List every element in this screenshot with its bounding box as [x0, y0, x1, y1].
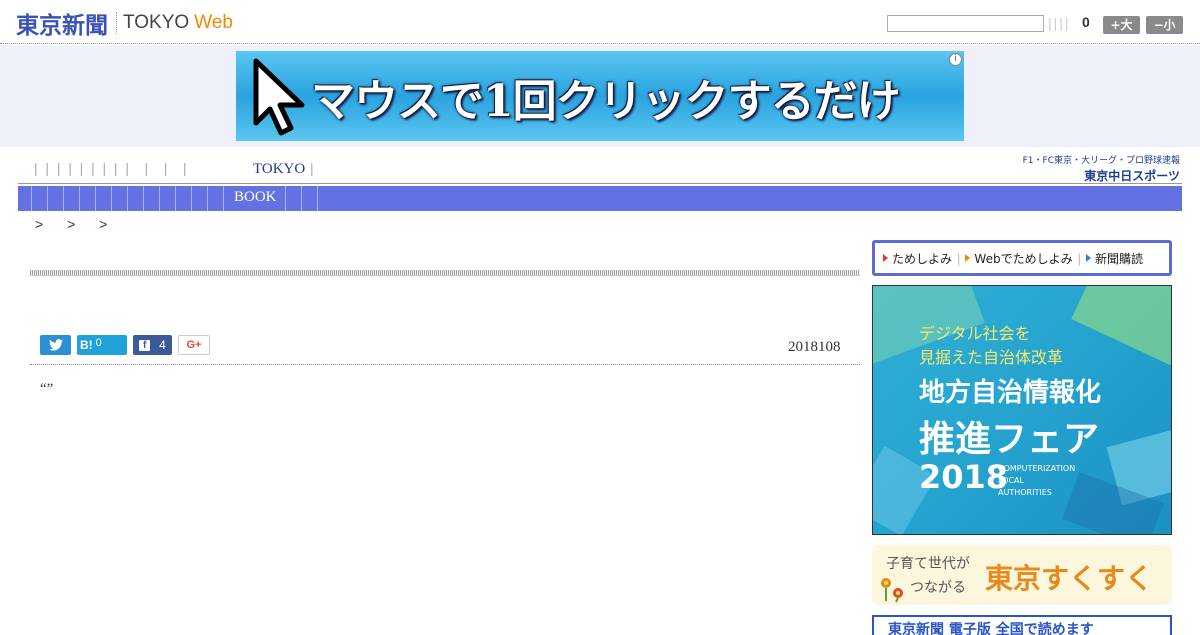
digital-edition-ad[interactable]: 東京新聞 電子版 全国で読めます [872, 615, 1172, 635]
fair-sub-1: COMPUTERIZATION [998, 464, 1076, 473]
sidebar-link-label: Webでためしよみ [974, 251, 1073, 266]
primary-nav: | | | | | | | | | | | | TOKYO | [18, 158, 1182, 184]
fair-sub-2: LOCAL [998, 476, 1024, 485]
logo-jp: 東京新聞 [16, 13, 108, 39]
sukusuku-line-2: つながる [910, 580, 966, 596]
facebook-count: 4 [159, 338, 166, 352]
nav2-item[interactable] [96, 186, 112, 211]
sidebar-link-subscribe[interactable]: 新聞購読 [1085, 250, 1143, 267]
sukusuku-brand: 東京すくすく [985, 562, 1154, 595]
logo-en: TOKYO [123, 12, 190, 33]
fair-sub-3: AUTHORITIES [998, 488, 1052, 497]
fair-line-2: 見据えた自治体改革 [919, 348, 1064, 367]
notification-count: 0 [1082, 14, 1090, 30]
decoration [1071, 286, 1171, 366]
chunichi-logo: 東京中日スポーツ [1084, 169, 1180, 183]
nav-item-tokyo[interactable]: TOKYO [253, 161, 305, 178]
nav2-item[interactable] [128, 186, 144, 211]
hatena-bookmark-button[interactable]: B! 0 [77, 335, 127, 355]
logo-web: Web [194, 12, 233, 33]
site-header: 東京新聞 TOKYO Web |||| 0 +大 −小 [0, 0, 1200, 44]
twitter-share-button[interactable] [40, 335, 71, 355]
arrow-icon [883, 254, 888, 262]
date-rule [30, 364, 860, 365]
chunichi-sports-link[interactable]: F1・FC東京・大リーグ・プロ野球速報 東京中日スポーツ [1020, 153, 1180, 184]
nav-separators: | | | | | | | | | | | | [34, 160, 187, 176]
hatena-count: 0 [95, 337, 102, 349]
gplus-share-button[interactable]: G+ [178, 335, 210, 355]
arrow-icon [1085, 254, 1091, 262]
cursor-icon [253, 58, 305, 136]
fair-line-4: 推進フェア [919, 419, 1100, 460]
sidebar-link-label: 新聞購読 [1094, 251, 1143, 266]
nav2-item[interactable] [176, 186, 192, 211]
nav2-item[interactable] [286, 186, 302, 211]
secondary-nav: BOOK [18, 186, 1182, 211]
facebook-icon: f [139, 339, 151, 351]
nav2-item[interactable] [48, 186, 64, 211]
digital-edition-text: 東京新聞 電子版 全国で読めます [888, 622, 1094, 635]
arrow-icon [965, 254, 971, 262]
search-input[interactable] [887, 15, 1044, 32]
sidebar-link-label: ためしよみ [892, 251, 953, 266]
hatena-label: B! [80, 338, 93, 352]
fair-line-3: 地方自治情報化 [919, 378, 1102, 408]
flower-icon [881, 578, 903, 603]
fair-year: 2018 [919, 458, 1009, 496]
nav2-item[interactable] [64, 186, 80, 211]
font-small-button[interactable]: −小 [1146, 16, 1183, 34]
fair-line-1: デジタル社会を [919, 324, 1031, 343]
info-icon[interactable]: i [949, 53, 962, 66]
nav2-item[interactable] [208, 186, 224, 211]
ad-banner[interactable]: マウスで1回クリックするだけ i [236, 51, 964, 141]
site-logo[interactable]: 東京新聞 TOKYO Web [16, 9, 233, 39]
subscribe-links: ためしよみ | Webでためしよみ | 新聞購読 [872, 240, 1172, 276]
nav2-item[interactable] [160, 186, 176, 211]
sidebar-link-separator: | [957, 250, 961, 266]
sidebar-link-web-tameshiyomi[interactable]: Webでためしよみ [965, 250, 1073, 267]
banner-area: マウスで1回クリックするだけ i [0, 45, 1200, 147]
nav2-item[interactable] [32, 186, 48, 211]
nav2-item[interactable] [302, 186, 318, 211]
facebook-share-button[interactable]: f 4 [133, 335, 172, 355]
sukusuku-line-1: 子育て世代が [886, 556, 970, 572]
chunichi-tagline: F1・FC東京・大リーグ・プロ野球速報 [1022, 156, 1180, 166]
sukusuku-ad[interactable]: 子育て世代が つながる 東京すくすく [872, 545, 1172, 605]
nav2-item[interactable] [112, 186, 128, 211]
divider-bars: |||| [1048, 15, 1071, 31]
twitter-icon [48, 339, 63, 351]
breadcrumb[interactable]: > > > [35, 216, 107, 232]
nav-separator: | [310, 160, 314, 176]
fair-ad[interactable]: デジタル社会を 見据えた自治体改革 地方自治情報化 推進フェア 2018 COM… [872, 285, 1172, 535]
logo-divider [116, 12, 117, 34]
banner-text: マウスで1回クリックするだけ [311, 76, 901, 127]
nav2-book-label: BOOK [234, 189, 277, 205]
sidebar-link-separator: | [1077, 250, 1081, 266]
font-large-button[interactable]: +大 [1103, 16, 1140, 34]
nav2-item[interactable] [18, 186, 32, 211]
nav2-item[interactable] [80, 186, 96, 211]
nav2-item[interactable] [144, 186, 160, 211]
nav2-item[interactable] [192, 186, 208, 211]
article-date: 2018108 [788, 339, 841, 355]
title-rule [30, 270, 860, 276]
sidebar-link-tameshiyomi[interactable]: ためしよみ [883, 250, 952, 267]
article-body: “” [40, 381, 54, 397]
